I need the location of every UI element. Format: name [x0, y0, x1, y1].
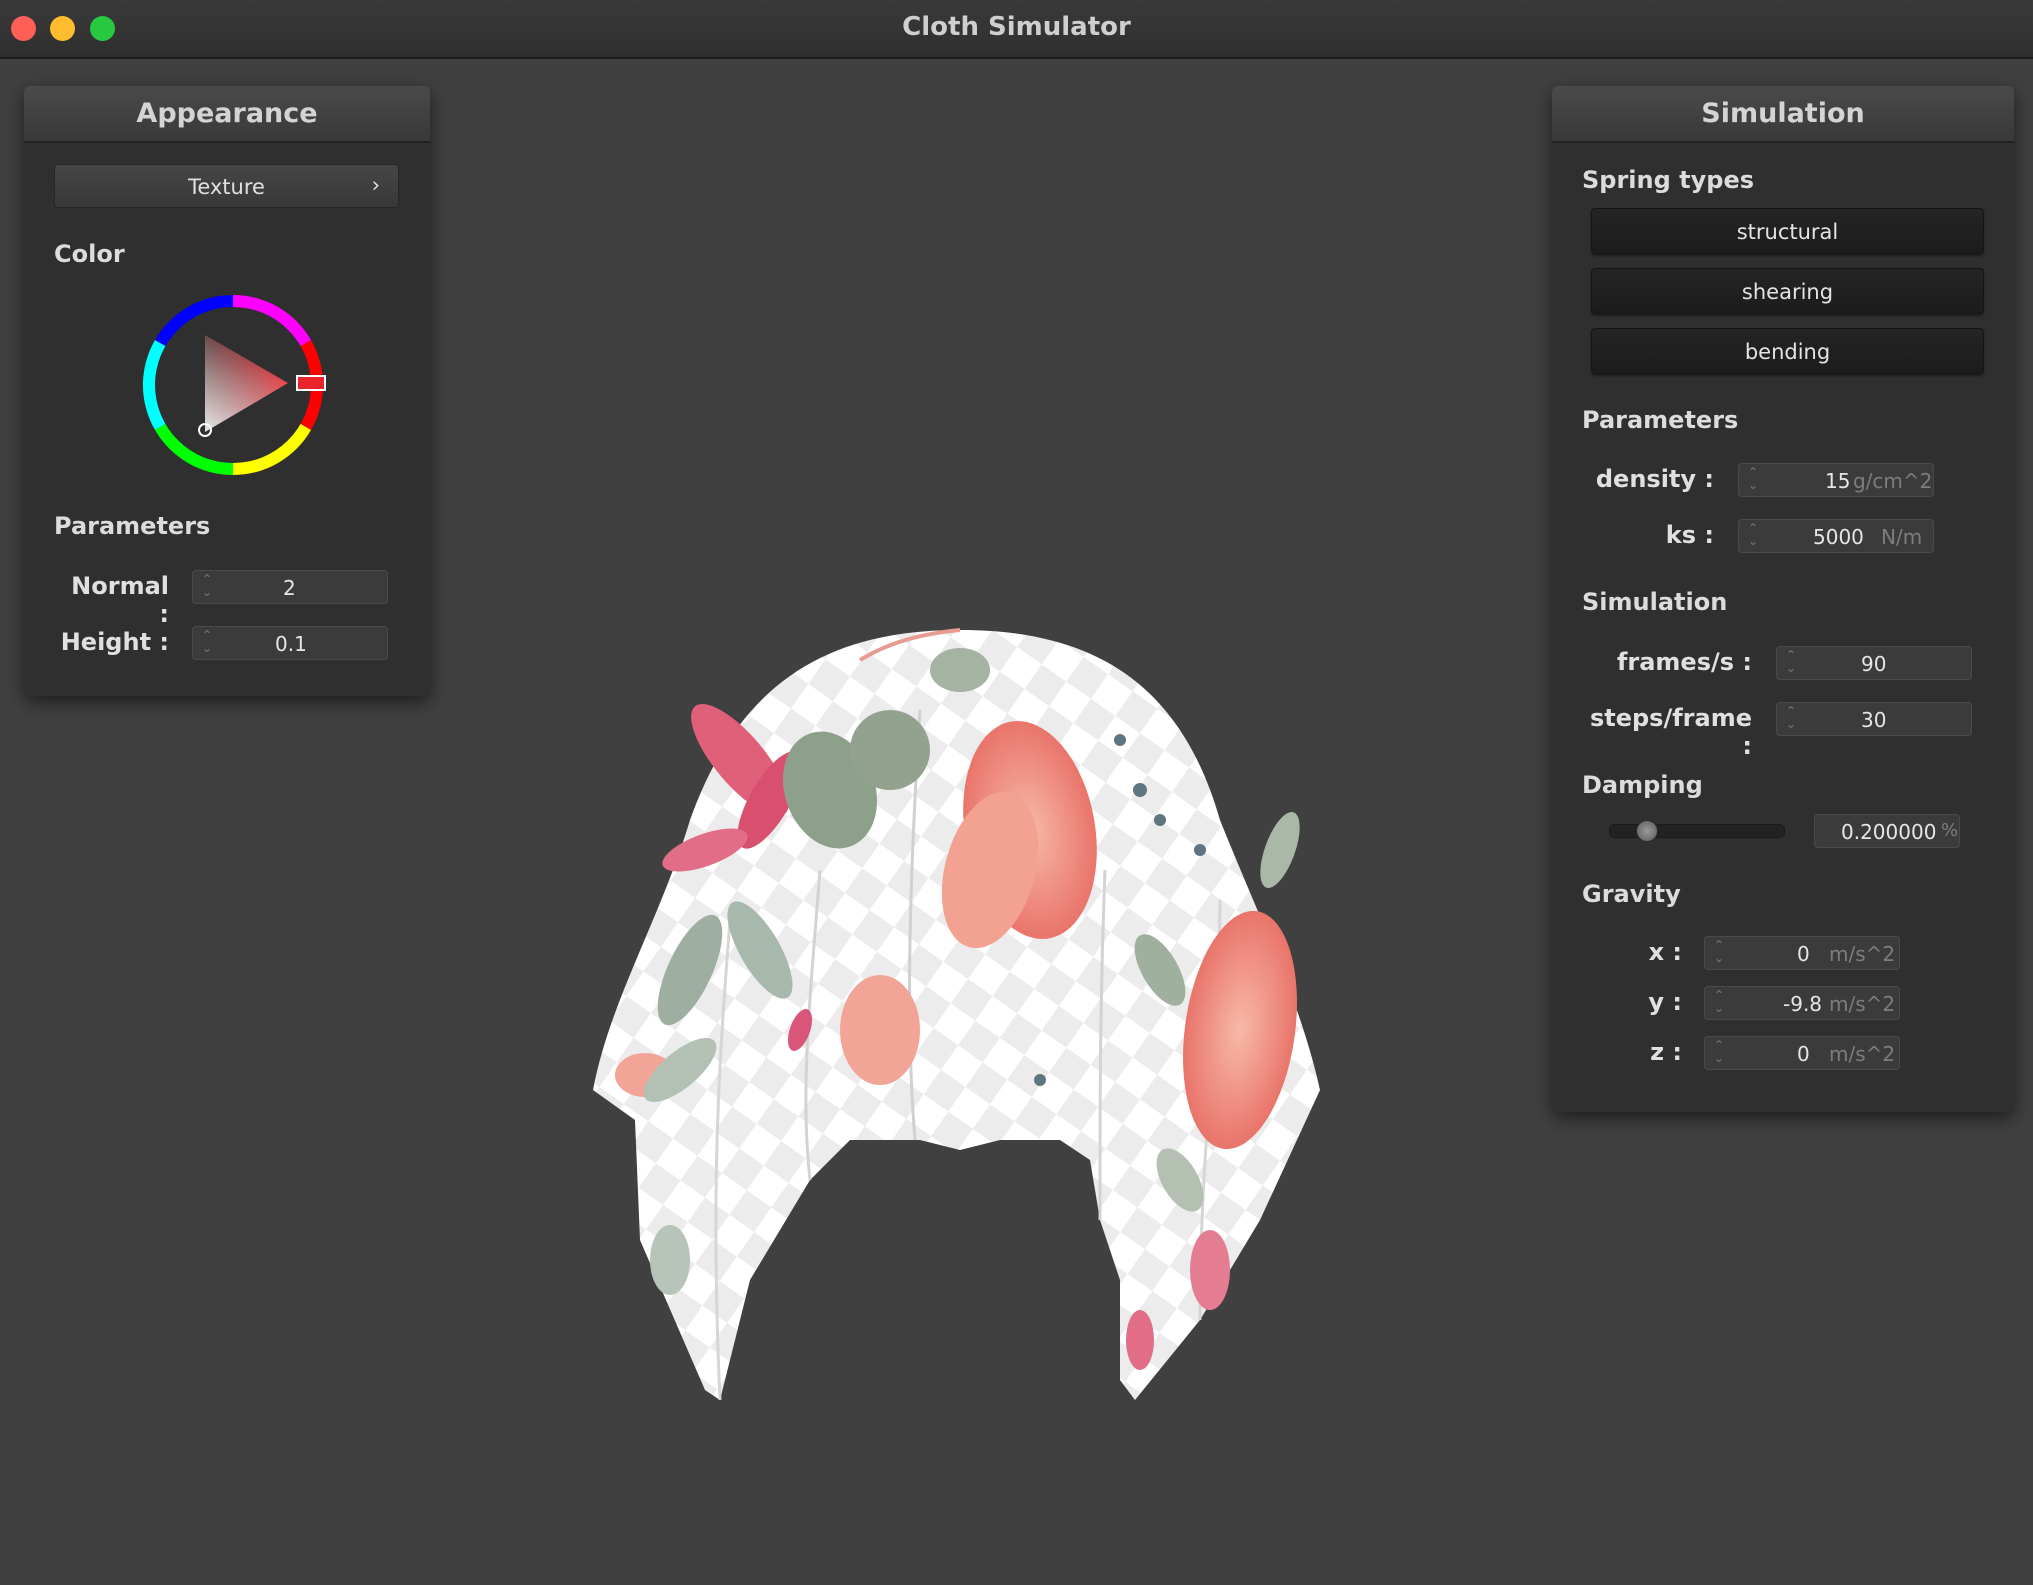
damping-heading: Damping	[1582, 771, 1703, 799]
cloth-mesh	[593, 628, 1320, 1401]
density-spinbox[interactable]: ⌃ ⌄ 15 g/cm^2	[1738, 463, 1934, 497]
gravity-y-unit: m/s^2	[1829, 992, 1896, 1016]
steps-per-frame-value: 30	[1861, 708, 1887, 732]
gravity-z-value: 0	[1797, 1042, 1810, 1066]
cloth-viewport[interactable]	[560, 620, 1360, 1420]
texture-button-label: Texture	[188, 175, 265, 199]
gravity-z-spinbox[interactable]: ⌃ ⌄ 0 m/s^2	[1704, 1036, 1900, 1070]
gravity-x-label: x :	[1648, 938, 1682, 966]
damping-value: 0.200000	[1841, 820, 1937, 844]
spin-arrows-icon[interactable]: ⌃ ⌄	[1713, 989, 1725, 1015]
simulation-parameters-heading: Parameters	[1582, 406, 1739, 434]
density-unit: g/cm^2	[1853, 469, 1933, 493]
appearance-parameters-heading: Parameters	[54, 512, 211, 540]
gravity-y-value: -9.8	[1783, 992, 1823, 1016]
density-label: density :	[1595, 465, 1714, 493]
spin-arrows-icon[interactable]: ⌃ ⌄	[1747, 522, 1759, 548]
steps-per-frame-spinbox[interactable]: ⌃ ⌄ 30	[1776, 702, 1972, 736]
gravity-y-spinbox[interactable]: ⌃ ⌄ -9.8 m/s^2	[1704, 986, 1900, 1020]
spin-arrows-icon[interactable]: ⌃ ⌄	[1785, 649, 1797, 675]
height-spinbox[interactable]: ⌃ ⌄ 0.1	[192, 626, 388, 660]
frames-per-second-spinbox[interactable]: ⌃ ⌄ 90	[1776, 646, 1972, 680]
simulation-panel-title: Simulation	[1552, 86, 2014, 143]
texture-button[interactable]: Texture ›	[54, 164, 399, 208]
damping-unit: %	[1941, 820, 1959, 841]
gravity-z-label: z :	[1650, 1038, 1682, 1066]
normal-spinbox[interactable]: ⌃ ⌄ 2	[192, 570, 388, 604]
ks-value: 5000	[1813, 525, 1864, 549]
damping-value-box[interactable]: 0.200000 %	[1814, 814, 1960, 848]
normal-value: 2	[283, 576, 296, 600]
ks-unit: N/m	[1881, 525, 1923, 549]
hue-selector-handle[interactable]	[296, 375, 326, 391]
chevron-right-icon: ›	[371, 173, 380, 197]
damping-slider-handle[interactable]	[1636, 820, 1658, 842]
ks-label: ks :	[1665, 521, 1714, 549]
color-wheel[interactable]	[138, 290, 328, 480]
simulation-heading: Simulation	[1582, 588, 1728, 616]
height-label: Height :	[60, 628, 169, 656]
spin-arrows-icon[interactable]: ⌃ ⌄	[1785, 705, 1797, 731]
spin-arrows-icon[interactable]: ⌃ ⌄	[201, 629, 213, 655]
color-heading: Color	[54, 240, 125, 268]
frames-per-second-label: frames/s :	[1616, 648, 1752, 676]
gravity-z-unit: m/s^2	[1829, 1042, 1896, 1066]
gravity-x-unit: m/s^2	[1829, 942, 1896, 966]
spin-arrows-icon[interactable]: ⌃ ⌄	[1713, 1039, 1725, 1065]
spin-arrows-icon[interactable]: ⌃ ⌄	[1713, 939, 1725, 965]
spin-arrows-icon[interactable]: ⌃ ⌄	[201, 573, 213, 599]
frames-per-second-value: 90	[1861, 652, 1887, 676]
height-value: 0.1	[275, 632, 307, 656]
spring-structural-button[interactable]: structural	[1591, 208, 1984, 254]
density-value: 15	[1825, 469, 1851, 493]
spring-shearing-button[interactable]: shearing	[1591, 268, 1984, 314]
window-title: Cloth Simulator	[902, 12, 1131, 42]
gravity-y-label: y :	[1648, 988, 1682, 1016]
steps-per-frame-label: steps/frame :	[1589, 704, 1752, 760]
gravity-x-spinbox[interactable]: ⌃ ⌄ 0 m/s^2	[1704, 936, 1900, 970]
spring-types-heading: Spring types	[1582, 166, 1755, 194]
normal-label: Normal :	[71, 572, 169, 628]
spring-bending-button[interactable]: bending	[1591, 328, 1984, 374]
appearance-panel-title: Appearance	[24, 86, 430, 143]
damping-slider[interactable]	[1609, 820, 1785, 842]
spin-arrows-icon[interactable]: ⌃ ⌄	[1747, 466, 1759, 492]
gravity-x-value: 0	[1797, 942, 1810, 966]
title-bar: Cloth Simulator	[0, 0, 2033, 59]
gravity-heading: Gravity	[1582, 880, 1681, 908]
ks-spinbox[interactable]: ⌃ ⌄ 5000 N/m	[1738, 519, 1934, 553]
